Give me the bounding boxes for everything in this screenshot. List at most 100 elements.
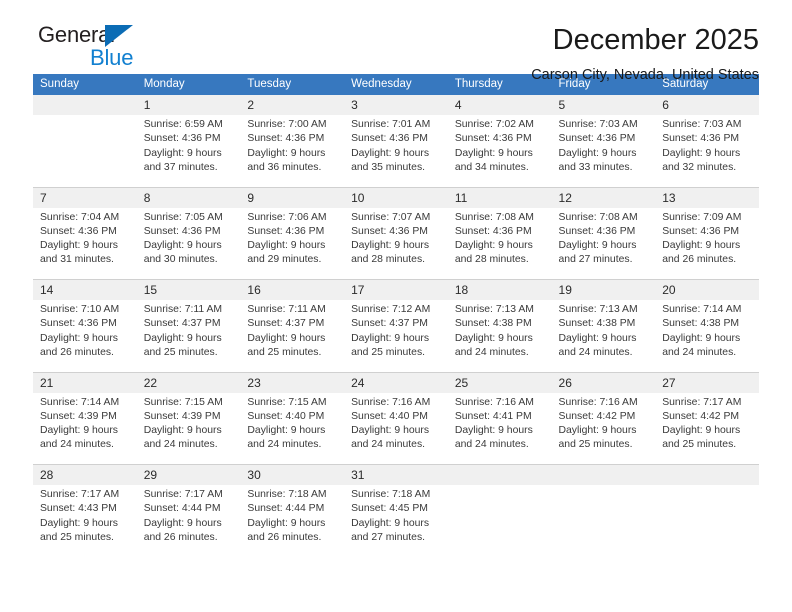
day-details[interactable]: Sunrise: 7:02 AM Sunset: 4:36 PM Daylight:…	[447, 115, 552, 187]
daylight-text-line2: and 24 minutes.	[662, 346, 737, 358]
day-details[interactable]: Sunrise: 7:15 AM Sunset: 4:39 PM Daylight:…	[136, 392, 241, 465]
sunrise-text: Sunrise: 7:00 AM	[247, 119, 327, 130]
day-details[interactable]: Sunrise: 7:12 AM Sunset: 4:37 PM Daylight:…	[344, 300, 448, 372]
week-daynumber-row: 7 8 9 10 11 12 13	[33, 186, 759, 208]
day-number[interactable]: 6	[655, 95, 759, 115]
daylight-text-line1: Daylight: 9 hours	[143, 240, 222, 252]
day-details[interactable]: Sunrise: 7:11 AM Sunset: 4:37 PM Daylight:…	[240, 300, 345, 372]
sunrise-text: Sunrise: 6:59 AM	[143, 119, 223, 130]
day-details[interactable]: Sunrise: 7:06 AM Sunset: 4:36 PM Daylight:…	[240, 207, 345, 280]
day-number[interactable]: 15	[136, 279, 241, 300]
day-details[interactable]: Sunrise: 7:16 AM Sunset: 4:40 PM Daylight:…	[344, 392, 448, 465]
day-details[interactable]: Sunrise: 7:13 AM Sunset: 4:38 PM Daylight:…	[551, 300, 656, 372]
day-number[interactable]: 16	[240, 279, 345, 300]
day-details[interactable]: Sunrise: 7:08 AM Sunset: 4:36 PM Daylight:…	[447, 207, 552, 280]
day-number[interactable]: 18	[447, 279, 552, 300]
day-number[interactable]: 8	[136, 186, 241, 208]
day-details[interactable]: Sunrise: 7:05 AM Sunset: 4:36 PM Daylight:…	[136, 207, 241, 280]
sunrise-text: Sunrise: 7:05 AM	[143, 211, 223, 223]
day-number[interactable]: 2	[240, 95, 345, 115]
day-number[interactable]: 26	[551, 371, 656, 393]
day-details[interactable]: Sunrise: 7:16 AM Sunset: 4:41 PM Daylight:…	[447, 392, 552, 465]
day-details[interactable]: Sunrise: 7:17 AM Sunset: 4:44 PM Daylight:…	[136, 485, 241, 557]
day-details[interactable]: Sunrise: 7:18 AM Sunset: 4:44 PM Daylight:…	[240, 485, 345, 557]
day-number[interactable]: 12	[551, 186, 656, 208]
day-number[interactable]: 24	[344, 371, 448, 393]
day-number[interactable]: 5	[551, 95, 656, 115]
daylight-text-line2: and 27 minutes.	[351, 531, 426, 543]
day-cell-empty	[551, 464, 656, 485]
day-details[interactable]: Sunrise: 7:08 AM Sunset: 4:36 PM Daylight:…	[551, 207, 656, 280]
daylight-text-line1: Daylight: 9 hours	[351, 517, 430, 529]
daylight-text-line2: and 34 minutes.	[454, 161, 529, 173]
daylight-text-line1: Daylight: 9 hours	[143, 332, 222, 344]
day-number[interactable]: 3	[344, 95, 448, 115]
daylight-text-line1: Daylight: 9 hours	[351, 240, 430, 252]
sunrise-text: Sunrise: 7:01 AM	[351, 119, 431, 130]
day-number[interactable]: 21	[33, 371, 137, 393]
day-details[interactable]: Sunrise: 7:16 AM Sunset: 4:42 PM Daylight:…	[551, 392, 656, 465]
day-details[interactable]: Sunrise: 7:14 AM Sunset: 4:39 PM Daylight:…	[33, 392, 137, 465]
daylight-text-line1: Daylight: 9 hours	[351, 147, 430, 159]
day-details[interactable]: Sunrise: 7:11 AM Sunset: 4:37 PM Daylight:…	[136, 300, 241, 372]
day-details[interactable]: Sunrise: 6:59 AM Sunset: 4:36 PM Daylight:…	[136, 115, 241, 187]
day-details[interactable]: Sunrise: 7:01 AM Sunset: 4:36 PM Daylight:…	[344, 115, 448, 187]
sunset-text: Sunset: 4:43 PM	[40, 503, 117, 515]
day-number[interactable]: 1	[136, 95, 241, 115]
daylight-text-line2: and 26 minutes.	[40, 346, 114, 358]
daylight-text-line2: and 36 minutes.	[247, 161, 322, 173]
week-detail-row: Sunrise: 7:10 AM Sunset: 4:36 PM Daylight:…	[33, 300, 759, 372]
daylight-text-line1: Daylight: 9 hours	[143, 147, 222, 159]
daylight-text-line2: and 29 minutes.	[247, 254, 322, 266]
sunset-text: Sunset: 4:36 PM	[351, 225, 428, 237]
day-details[interactable]: Sunrise: 7:03 AM Sunset: 4:36 PM Daylight:…	[551, 115, 656, 187]
sunrise-text: Sunrise: 7:03 AM	[662, 119, 742, 130]
day-details[interactable]: Sunrise: 7:04 AM Sunset: 4:36 PM Daylight:…	[33, 207, 137, 280]
day-number[interactable]: 14	[33, 279, 137, 300]
day-details[interactable]: Sunrise: 7:18 AM Sunset: 4:45 PM Daylight:…	[344, 485, 448, 557]
day-details[interactable]: Sunrise: 7:09 AM Sunset: 4:36 PM Daylight:…	[655, 207, 759, 280]
day-details[interactable]: Sunrise: 7:14 AM Sunset: 4:38 PM Daylight:…	[655, 300, 759, 372]
day-number[interactable]: 11	[447, 186, 552, 208]
day-details[interactable]: Sunrise: 7:03 AM Sunset: 4:36 PM Daylight:…	[655, 115, 759, 187]
day-number[interactable]: 30	[240, 464, 345, 485]
day-number[interactable]: 22	[136, 371, 241, 393]
day-number[interactable]: 27	[655, 371, 759, 393]
sunset-text: Sunset: 4:36 PM	[247, 133, 325, 145]
sunset-text: Sunset: 4:36 PM	[143, 225, 221, 237]
day-details[interactable]: Sunrise: 7:07 AM Sunset: 4:36 PM Daylight:…	[344, 207, 448, 280]
weekday-header-sunday: Sunday	[33, 74, 137, 95]
day-number[interactable]: 23	[240, 371, 345, 393]
sunrise-text: Sunrise: 7:09 AM	[662, 211, 742, 223]
sunrise-text: Sunrise: 7:18 AM	[351, 489, 431, 500]
daylight-text-line2: and 25 minutes.	[40, 531, 114, 543]
day-number[interactable]: 4	[447, 95, 552, 115]
general-blue-logo: General Blue	[33, 22, 208, 74]
day-number[interactable]: 31	[344, 464, 448, 485]
day-number[interactable]: 28	[33, 464, 137, 485]
day-cell-empty	[447, 464, 552, 485]
day-number[interactable]: 17	[344, 279, 448, 300]
sunset-text: Sunset: 4:41 PM	[454, 410, 532, 422]
daylight-text-line2: and 25 minutes.	[662, 439, 737, 451]
day-number[interactable]: 29	[136, 464, 241, 485]
day-details[interactable]: Sunrise: 7:17 AM Sunset: 4:43 PM Daylight:…	[33, 485, 137, 557]
day-number[interactable]: 9	[240, 186, 345, 208]
day-number[interactable]: 13	[655, 186, 759, 208]
day-number[interactable]: 7	[33, 186, 137, 208]
sunrise-text: Sunrise: 7:13 AM	[558, 304, 638, 315]
day-details[interactable]: Sunrise: 7:00 AM Sunset: 4:36 PM Daylight:…	[240, 115, 345, 187]
daylight-text-line1: Daylight: 9 hours	[143, 425, 222, 437]
day-number[interactable]: 25	[447, 371, 552, 393]
daylight-text-line1: Daylight: 9 hours	[247, 240, 326, 252]
logo-text-blue: Blue	[90, 45, 134, 70]
day-details[interactable]: Sunrise: 7:13 AM Sunset: 4:38 PM Daylight:…	[447, 300, 552, 372]
day-number[interactable]: 20	[655, 279, 759, 300]
day-details[interactable]: Sunrise: 7:10 AM Sunset: 4:36 PM Daylight:…	[33, 300, 137, 372]
day-number[interactable]: 19	[551, 279, 656, 300]
day-number[interactable]: 10	[344, 186, 448, 208]
sunset-text: Sunset: 4:38 PM	[454, 318, 532, 330]
day-details[interactable]: Sunrise: 7:15 AM Sunset: 4:40 PM Daylight:…	[240, 392, 345, 465]
day-details[interactable]: Sunrise: 7:17 AM Sunset: 4:42 PM Daylight:…	[655, 392, 759, 465]
daylight-text-line1: Daylight: 9 hours	[558, 332, 637, 344]
